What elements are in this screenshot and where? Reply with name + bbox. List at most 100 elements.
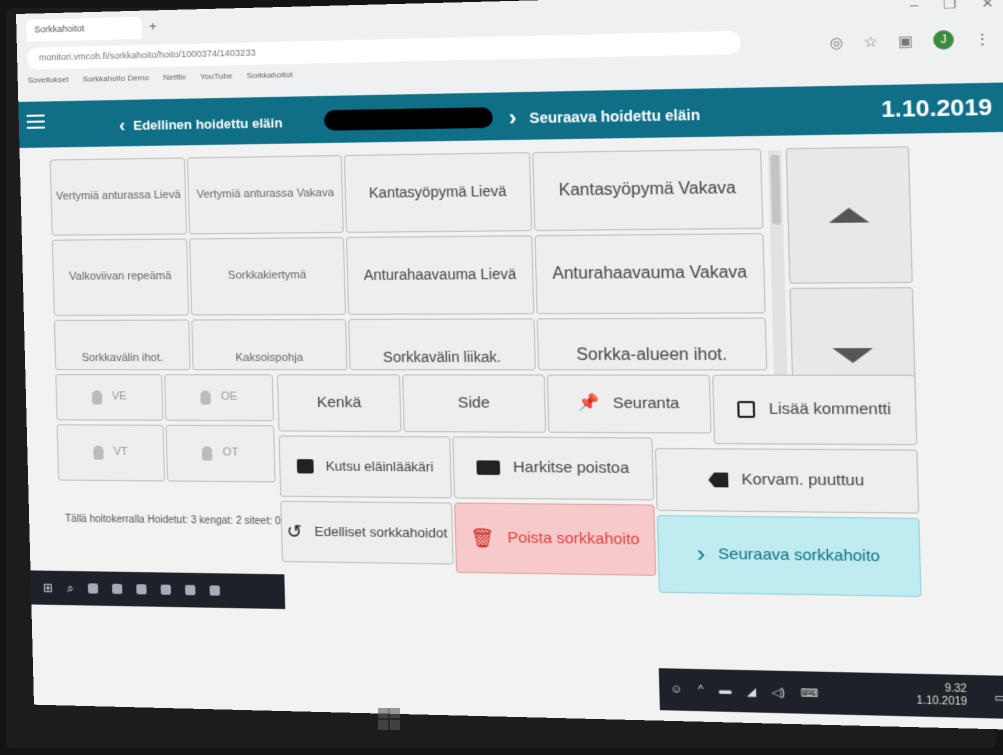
- condition-button[interactable]: Vertymiä anturassa Lievä: [49, 157, 187, 236]
- consider-removal-button[interactable]: Harkitse poistoa: [452, 436, 655, 501]
- mail-icon[interactable]: [209, 585, 220, 596]
- bandage-button[interactable]: Side: [402, 374, 547, 433]
- hoof-icon: [91, 390, 102, 405]
- chevron-left-icon: ‹: [118, 115, 126, 136]
- condition-label: Kaksoispohja: [235, 352, 304, 365]
- hoof-icon: [200, 390, 211, 405]
- minimize-icon[interactable]: –: [910, 0, 919, 14]
- condition-button[interactable]: Valkoviivan repeämä: [51, 238, 190, 316]
- pin-icon: 📌: [578, 394, 601, 413]
- browser-tab[interactable]: Sorkkahoitot: [26, 16, 143, 42]
- bookmark-item[interactable]: YouTube: [200, 71, 232, 81]
- condition-button[interactable]: Kantasyöpymä Lievä: [343, 152, 533, 233]
- network-icon[interactable]: ▬: [719, 684, 731, 697]
- condition-button[interactable]: Sorkkavälin liikak.: [348, 318, 536, 371]
- people-icon[interactable]: ☺: [670, 683, 683, 696]
- bookmark-item[interactable]: Netflix: [163, 72, 186, 82]
- bookmark-item[interactable]: Sorkkahoitot: [247, 70, 293, 80]
- hoof-quadrant-button[interactable]: OE: [164, 374, 275, 422]
- shoe-label: Kenkä: [316, 393, 362, 411]
- start-icon[interactable]: ⊞: [43, 581, 53, 595]
- tag-icon: [708, 472, 728, 487]
- system-clock[interactable]: 9.32 1.10.2019: [916, 682, 967, 709]
- hoof-quadrant-button[interactable]: VE: [55, 374, 164, 421]
- ear-tag-missing-label: Korvam. puuttuu: [741, 470, 865, 490]
- chevron-right-icon: ›: [508, 104, 517, 131]
- hoof-quadrant-button[interactable]: OT: [165, 424, 276, 483]
- condition-button[interactable]: Vertymiä anturassa Vakava: [187, 155, 344, 235]
- wifi-icon[interactable]: ◢: [746, 684, 756, 698]
- condition-label: Sorkkavälin ihot.: [81, 352, 164, 365]
- medical-bag-icon: [296, 459, 314, 474]
- window-controls: – ❐ ✕: [910, 0, 995, 14]
- condition-button[interactable]: Sorkka-alueen ihot.: [536, 317, 768, 371]
- chevron-up-icon[interactable]: ^: [698, 684, 704, 697]
- quadrant-label: VT: [113, 445, 128, 459]
- redacted-animal-id: [323, 107, 493, 131]
- condition-button[interactable]: Kaksoispohja: [191, 318, 348, 371]
- close-icon[interactable]: ✕: [981, 0, 994, 12]
- bookmark-item[interactable]: Sovellukset: [28, 75, 69, 85]
- arrow-down-icon: [832, 348, 874, 364]
- explorer-icon[interactable]: [136, 584, 147, 595]
- previous-animal-label: Edellinen hoidettu eläin: [133, 115, 283, 134]
- condition-button[interactable]: Anturahaavauma Vakava: [534, 233, 766, 315]
- menu-icon[interactable]: [26, 114, 45, 130]
- consider-removal-label: Harkitse poistoa: [512, 458, 630, 477]
- chrome-icon[interactable]: [184, 584, 196, 596]
- delete-treatment-button[interactable]: 🗑 Poista sorkkahoito: [454, 502, 657, 576]
- windows-logo-icon: [378, 708, 400, 730]
- condition-label: Anturahaavauma Vakava: [552, 263, 748, 283]
- condition-button[interactable]: Kantasyöpymä Vakava: [532, 148, 764, 232]
- profile-avatar[interactable]: J: [933, 30, 955, 50]
- search-icon[interactable]: ⌕: [67, 581, 74, 596]
- condition-button[interactable]: Sorkkakiertymä: [189, 237, 347, 316]
- condition-button[interactable]: Sorkkavälin ihot.: [53, 319, 191, 371]
- previous-treatments-button[interactable]: ↺ Edelliset sorkkahoidot: [280, 500, 454, 565]
- scroll-up-button[interactable]: [785, 146, 913, 284]
- add-comment-button[interactable]: Lisää kommentti: [712, 374, 918, 446]
- chevron-right-icon: ›: [696, 540, 706, 568]
- taskview-icon[interactable]: [87, 583, 98, 594]
- star-icon[interactable]: ☆: [863, 32, 878, 50]
- delete-treatment-label: Poista sorkkahoito: [507, 528, 640, 549]
- next-treatment-button[interactable]: › Seuraava sorkkahoito: [656, 515, 922, 597]
- edge-icon[interactable]: [111, 583, 123, 595]
- conditions-scrollbar-thumb[interactable]: [770, 154, 782, 225]
- notifications-icon[interactable]: ▭: [994, 690, 1003, 704]
- volume-icon[interactable]: ◁): [771, 685, 785, 699]
- keyboard-icon[interactable]: ⌨: [800, 686, 818, 700]
- hoof-icon: [93, 445, 104, 460]
- truck-icon: [476, 460, 501, 476]
- shoe-button[interactable]: Kenkä: [276, 374, 402, 433]
- quadrant-label: OT: [222, 446, 239, 459]
- previous-treatments-label: Edelliset sorkkahoidot: [314, 523, 448, 541]
- system-tray: ☺ ^ ▬ ◢ ◁) ⌨ 9.32 1.10.2019 ▭: [658, 668, 1003, 719]
- next-animal-button[interactable]: › Seuraava hoidettu eläin: [508, 101, 700, 132]
- store-icon[interactable]: [160, 584, 171, 595]
- ear-tag-missing-button[interactable]: Korvam. puuttuu: [654, 447, 920, 514]
- clock-date: 1.10.2019: [916, 695, 968, 709]
- follow-up-button[interactable]: 📌 Seuranta: [546, 374, 712, 434]
- next-treatment-label: Seuraava sorkkahoito: [718, 544, 881, 566]
- new-tab-icon[interactable]: +: [149, 18, 157, 33]
- hoof-quadrant-button[interactable]: VT: [56, 424, 165, 482]
- windows-taskbar: ⊞ ⌕: [30, 570, 286, 610]
- monitor-frame: Sorkkahoitot + monitori.vmcoh.fi/sorkkah…: [6, 0, 1003, 748]
- condition-label: Vertymiä anturassa Lievä: [55, 189, 181, 203]
- quadrant-label: OE: [220, 390, 238, 403]
- bandage-label: Side: [457, 393, 490, 412]
- restore-icon[interactable]: ❐: [943, 0, 957, 13]
- kebab-menu-icon[interactable]: ⋮: [974, 30, 991, 49]
- previous-animal-button[interactable]: ‹ Edellinen hoidettu eläin: [119, 112, 283, 136]
- clock-time: 9.32: [944, 682, 968, 696]
- history-icon: ↺: [286, 521, 303, 542]
- condition-button[interactable]: Anturahaavauma Lievä: [346, 235, 535, 315]
- bookmark-item[interactable]: Sorkkahoito Demo: [82, 73, 149, 83]
- screen: Sorkkahoitot + monitori.vmcoh.fi/sorkkah…: [16, 0, 1003, 731]
- treatment-summary: Tällä hoitokerralla Hoidetut: 3 kengat: …: [64, 513, 281, 528]
- call-veterinarian-label: Kutsu eläinlääkäri: [325, 458, 434, 475]
- cast-icon[interactable]: ◎: [829, 33, 843, 51]
- extension-icon[interactable]: ▣: [898, 31, 913, 49]
- call-veterinarian-button[interactable]: Kutsu eläinlääkäri: [278, 435, 452, 499]
